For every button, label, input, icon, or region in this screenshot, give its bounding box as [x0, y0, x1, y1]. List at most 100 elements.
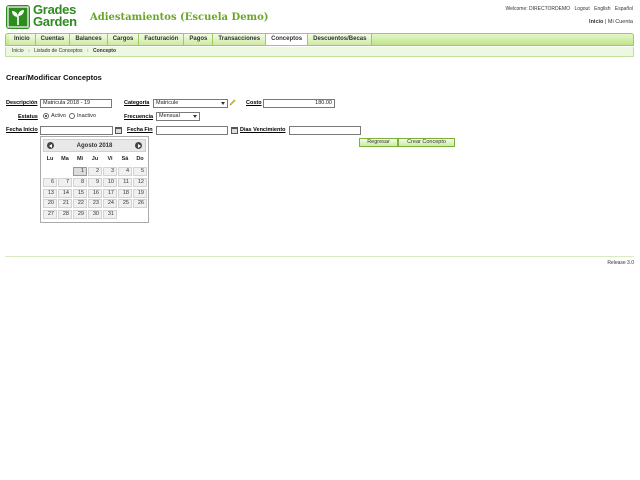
- breadcrumb: Inicio › Listado de Conceptos › Concepto: [5, 47, 634, 57]
- datepicker: Agosto 2018 Lu Ma Mi Ju Vi Sá Do 1 2 3 4 5 6 7 8 9 10 11 1…: [40, 136, 149, 223]
- calendar-day[interactable]: 10: [103, 177, 117, 187]
- calendar-day[interactable]: 15: [73, 188, 87, 198]
- calendar-day[interactable]: 31: [103, 210, 117, 220]
- calendar-day[interactable]: 25: [118, 199, 132, 209]
- calendar-day[interactable]: 2: [88, 167, 102, 176]
- fecha-fin-label: Fecha Fin: [127, 127, 153, 133]
- chevron-down-icon: [221, 102, 225, 105]
- sprout-icon: [6, 5, 30, 29]
- radio-selected-icon: [43, 113, 49, 119]
- logo-text: Grades Garden: [33, 2, 77, 29]
- frecuencia-label: Frecuencia: [124, 114, 154, 120]
- fecha-fin-input[interactable]: [156, 126, 228, 135]
- english-link[interactable]: English: [594, 6, 610, 12]
- calendar-day[interactable]: 11: [118, 177, 132, 187]
- calendar-icon[interactable]: [231, 127, 238, 134]
- breadcrumb-listado[interactable]: Listado de Conceptos: [34, 48, 82, 54]
- weekday-header: Do: [136, 156, 144, 162]
- calendar-day[interactable]: 13: [43, 188, 57, 198]
- nav-tab-facturacion[interactable]: Facturación: [139, 34, 185, 45]
- activo-radio[interactable]: Activo: [43, 113, 66, 119]
- calendar-icon[interactable]: [115, 127, 122, 134]
- espanol-link[interactable]: Español: [615, 6, 633, 12]
- calendar-day[interactable]: 24: [103, 199, 117, 209]
- calendar-day[interactable]: 8: [73, 177, 87, 187]
- welcome-text: Welcome: DIRECTORDEMO: [505, 6, 571, 12]
- fecha-inicio-label: Fecha Inicio: [6, 127, 38, 133]
- weekday-header: Sá: [121, 156, 129, 162]
- breadcrumb-current: Concepto: [92, 48, 117, 54]
- dias-vencimiento-label: Dias Vencimiento: [240, 127, 286, 133]
- inactivo-radio-label: Inactivo: [77, 113, 96, 119]
- calendar-day[interactable]: 14: [58, 188, 72, 198]
- mi-cuenta-link[interactable]: Mi Cuenta: [608, 19, 633, 25]
- page-title: Crear/Modificar Conceptos: [6, 73, 102, 82]
- breadcrumb-arrow-icon: ›: [28, 48, 30, 54]
- weekday-header: Ju: [91, 156, 99, 162]
- datepicker-title: Agosto 2018: [76, 143, 113, 149]
- nav-tab-cuentas[interactable]: Cuentas: [35, 34, 71, 45]
- categoria-value: Matricule: [156, 100, 179, 106]
- calendar-day[interactable]: 12: [133, 177, 147, 187]
- main-nav: Inicio Cuentas Balances Cargos Facturaci…: [5, 33, 634, 46]
- calendar-day[interactable]: 9: [88, 177, 102, 187]
- dias-vencimiento-input[interactable]: [289, 126, 361, 135]
- descripcion-label: Descripción: [6, 100, 38, 106]
- footer-divider: [5, 256, 634, 257]
- costo-label: Costo: [246, 100, 262, 106]
- release-text: Release 3.0: [607, 260, 634, 266]
- calendar-day[interactable]: 27: [43, 210, 57, 220]
- link-separator: |: [604, 19, 607, 25]
- pencil-icon[interactable]: [229, 99, 236, 106]
- frecuencia-value: Mensual: [159, 113, 180, 119]
- calendar-day[interactable]: 3: [103, 167, 117, 176]
- regresar-button[interactable]: Regresar: [359, 138, 398, 147]
- sub-links: Inicio | Mi Cuenta: [589, 19, 633, 25]
- crear-concepto-button[interactable]: Crear Concepto: [398, 138, 455, 147]
- nav-tab-balances[interactable]: Balances: [70, 34, 108, 45]
- calendar-day[interactable]: 17: [103, 188, 117, 198]
- breadcrumb-inicio[interactable]: Inicio: [12, 48, 24, 54]
- nav-tab-conceptos[interactable]: Conceptos: [266, 34, 309, 45]
- weekday-header: Mi: [76, 156, 84, 162]
- logout-link[interactable]: Logout: [574, 6, 589, 12]
- calendar-day[interactable]: 19: [133, 188, 147, 198]
- calendar-day[interactable]: 23: [88, 199, 102, 209]
- categoria-label: Categoría: [124, 100, 150, 106]
- categoria-select[interactable]: Matricule: [153, 99, 228, 108]
- calendar-day[interactable]: 18: [118, 188, 132, 198]
- calendar-day[interactable]: 7: [58, 177, 72, 187]
- calendar-day[interactable]: 26: [133, 199, 147, 209]
- calendar-day[interactable]: 1: [73, 167, 87, 176]
- weekday-header: Lu: [46, 156, 54, 162]
- nav-tab-inicio[interactable]: Inicio: [9, 34, 36, 45]
- nav-tab-pagos[interactable]: Pagos: [184, 34, 214, 45]
- top-links: Welcome: DIRECTORDEMO Logout English Esp…: [503, 6, 634, 12]
- nav-tab-cargos[interactable]: Cargos: [107, 34, 140, 45]
- nav-tab-transacciones[interactable]: Transacciones: [213, 34, 267, 45]
- frecuencia-select[interactable]: Mensual: [156, 112, 200, 121]
- inactivo-radio[interactable]: Inactivo: [69, 113, 96, 119]
- calendar-day[interactable]: 29: [73, 210, 87, 220]
- app-title: Adiestamientos (Escuela Demo): [90, 12, 269, 23]
- breadcrumb-arrow-icon: ›: [86, 48, 89, 54]
- logo[interactable]: Grades Garden: [6, 2, 84, 31]
- calendar-day[interactable]: 20: [43, 199, 57, 209]
- calendar-day[interactable]: 22: [73, 199, 87, 209]
- next-month-icon[interactable]: [135, 142, 142, 149]
- calendar-day[interactable]: 5: [133, 167, 147, 176]
- calendar-day[interactable]: 30: [88, 210, 102, 220]
- calendar-day[interactable]: 28: [58, 210, 72, 220]
- activo-radio-label: Activo: [51, 113, 66, 119]
- fecha-inicio-input[interactable]: [40, 126, 113, 135]
- calendar-day[interactable]: 4: [118, 167, 132, 176]
- calendar-day[interactable]: 6: [43, 177, 57, 187]
- descripcion-input[interactable]: Matricula 2018 - 19: [40, 99, 112, 108]
- estatus-label: Estatus: [18, 114, 38, 120]
- datepicker-header: Agosto 2018: [43, 139, 146, 152]
- nav-tab-descuentos-becas[interactable]: Descuentos/Becas: [308, 34, 373, 45]
- inicio-link[interactable]: Inicio: [589, 19, 603, 25]
- calendar-day[interactable]: 16: [88, 188, 102, 198]
- calendar-day[interactable]: 21: [58, 199, 72, 209]
- costo-input[interactable]: 180.00: [263, 99, 335, 108]
